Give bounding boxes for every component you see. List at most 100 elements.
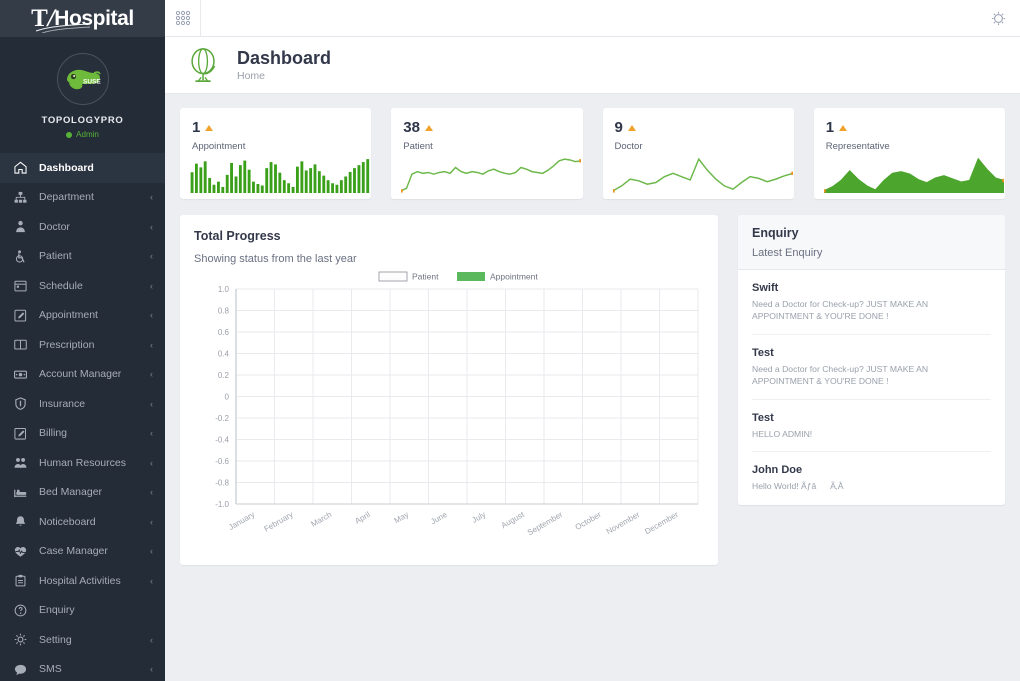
trend-up-icon [425, 125, 433, 131]
y-axis-tick-label: 0.2 [218, 371, 230, 380]
total-progress-chart[interactable]: PatientAppointment1.00.80.60.40.20-0.2-0… [194, 271, 704, 571]
stat-number: 1 [826, 119, 834, 136]
x-axis-tick-label: January [227, 510, 256, 532]
x-axis-tick-label: October [574, 510, 603, 532]
trend-up-icon [205, 125, 213, 131]
sidebar-item-label: Billing [32, 427, 150, 439]
sidebar-item-noticeboard[interactable]: Noticeboard‹ [0, 507, 165, 537]
x-axis-tick-label: March [309, 510, 333, 529]
apps-grid-button[interactable] [165, 0, 201, 37]
enquiry-item-message: Hello World! ÃƒâÃ‚Â [752, 480, 991, 492]
chevron-left-icon: ‹ [150, 546, 153, 556]
y-axis-tick-label: 1.0 [218, 285, 230, 294]
stat-card-patient[interactable]: 38 Patient [391, 108, 582, 199]
y-axis-tick-label: 0 [225, 393, 230, 402]
chevron-left-icon: ‹ [150, 428, 153, 438]
apps-grid-icon [175, 10, 191, 26]
x-axis-tick-label: May [393, 510, 411, 525]
status-dot-icon [66, 132, 72, 138]
chevron-left-icon: ‹ [150, 487, 153, 497]
sidebar-item-schedule[interactable]: Schedule‹ [0, 271, 165, 301]
brand-logo[interactable]: T / Hospital [0, 0, 165, 37]
stat-number: 38 [403, 119, 420, 136]
stat-label: Appointment [192, 141, 359, 152]
profile-block: SUSE TOPOLOGYPRO Admin [0, 37, 165, 153]
y-axis-tick-label: 0.6 [218, 328, 230, 337]
y-axis-tick-label: 0.8 [218, 307, 230, 316]
x-axis-tick-label: August [500, 510, 527, 531]
sidebar-item-label: Appointment [32, 309, 150, 321]
enquiry-item-message: HELLO ADMIN! [752, 428, 991, 440]
bell-icon [14, 515, 32, 528]
sidebar-item-human-resources[interactable]: Human Resources‹ [0, 448, 165, 478]
sidebar-item-patient[interactable]: Patient‹ [0, 242, 165, 272]
sidebar-item-label: Hospital Activities [32, 575, 150, 587]
chevron-left-icon: ‹ [150, 310, 153, 320]
progress-title: Total Progress [194, 229, 704, 243]
sidebar-item-bed-manager[interactable]: Bed Manager‹ [0, 478, 165, 508]
sparkline-bar [190, 157, 370, 193]
app-root: T / Hospital SUSE [0, 0, 1020, 681]
enquiry-item[interactable]: TestNeed a Doctor for Check-up? JUST MAK… [752, 335, 991, 400]
sidebar-item-case-manager[interactable]: Case Manager‹ [0, 537, 165, 567]
trend-up-icon [628, 125, 636, 131]
page-header: Dashboard Home [165, 37, 1020, 94]
sidebar-item-account-manager[interactable]: Account Manager‹ [0, 360, 165, 390]
x-axis-tick-label: December [643, 510, 680, 536]
enquiry-item[interactable]: Swift Need a Doctor for Check-up? JUST MA… [752, 270, 991, 335]
settings-button[interactable] [976, 0, 1020, 37]
sidebar-item-enquiry[interactable]: Enquiry [0, 596, 165, 626]
profile-username: TOPOLOGYPRO [42, 115, 124, 126]
sidebar-item-doctor[interactable]: Doctor‹ [0, 212, 165, 242]
enquiry-item-message: Need a Doctor for Check-up? JUST MAKE AN… [752, 298, 991, 323]
chevron-left-icon: ‹ [150, 340, 153, 350]
sidebar-item-sms[interactable]: SMS‹ [0, 655, 165, 681]
sidebar-item-setting[interactable]: Setting‹ [0, 625, 165, 655]
sidebar-item-label: Schedule [32, 280, 150, 292]
sidebar-item-label: Doctor [32, 221, 150, 233]
sidebar-item-label: Bed Manager [32, 486, 150, 498]
sidebar-item-billing[interactable]: Billing‹ [0, 419, 165, 449]
avatar[interactable]: SUSE [57, 53, 109, 105]
stat-card-representative[interactable]: 1 Representative [814, 108, 1005, 199]
sidebar-item-hospital-activities[interactable]: Hospital Activities‹ [0, 566, 165, 596]
y-axis-tick-label: -0.8 [215, 479, 229, 488]
edit-note-icon [14, 309, 32, 322]
sidebar-item-appointment[interactable]: Appointment‹ [0, 301, 165, 331]
x-axis-tick-label: February [263, 510, 295, 534]
globe-icon [185, 45, 223, 85]
stat-label: Patient [403, 141, 570, 152]
chevron-left-icon: ‹ [150, 251, 153, 261]
suse-chameleon-logo-icon: SUSE [64, 64, 102, 94]
chevron-left-icon: ‹ [150, 281, 153, 291]
topbar [165, 0, 1020, 37]
sitemap-icon [14, 191, 32, 204]
sidebar: T / Hospital SUSE [0, 0, 165, 681]
sidebar-item-department[interactable]: Department‹ [0, 183, 165, 213]
enquiry-item[interactable]: John DoeHello World! ÃƒâÃ‚Â [752, 452, 991, 503]
enquiry-list: Swift Need a Doctor for Check-up? JUST MA… [738, 270, 1005, 504]
stat-label: Representative [826, 141, 993, 152]
sidebar-item-label: Insurance [32, 398, 150, 410]
stat-card-doctor[interactable]: 9Doctor [603, 108, 794, 199]
sidebar-item-dashboard[interactable]: Dashboard [0, 153, 165, 183]
sidebar-item-label: Department [32, 191, 150, 203]
breadcrumb: Home [237, 70, 331, 82]
sidebar-item-insurance[interactable]: Insurance‹ [0, 389, 165, 419]
sidebar-item-prescription[interactable]: Prescription‹ [0, 330, 165, 360]
x-axis-tick-label: June [429, 510, 449, 527]
book-icon [14, 338, 32, 351]
enquiry-item-name: Swift [752, 282, 991, 294]
enquiry-header: Enquiry Latest Enquiry [738, 215, 1005, 270]
enquiry-subtitle: Latest Enquiry [752, 247, 991, 259]
enquiry-item-name: Test [752, 347, 991, 359]
gear-icon [990, 10, 1007, 27]
stat-card-appointment[interactable]: 1Appointment [180, 108, 371, 199]
chevron-left-icon: ‹ [150, 369, 153, 379]
wheelchair-icon [14, 250, 32, 263]
enquiry-item[interactable]: TestHELLO ADMIN! [752, 400, 991, 452]
sparkline-area [824, 157, 1004, 193]
calendar-icon [14, 279, 32, 292]
chevron-left-icon: ‹ [150, 517, 153, 527]
legend-label-appointment: Appointment [490, 272, 538, 282]
